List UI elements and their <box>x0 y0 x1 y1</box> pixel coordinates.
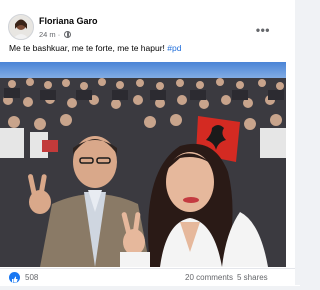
scrollbar[interactable] <box>295 0 300 285</box>
like-icon[interactable] <box>9 272 20 283</box>
globe-icon <box>64 31 72 38</box>
meta-separator: · <box>57 30 61 39</box>
post-text: Me te bashkuar, me te forte, me te hapur… <box>9 43 181 53</box>
reactions-count[interactable]: 508 <box>25 273 38 282</box>
post-header: Floriana Garo 24 m · ••• <box>8 10 292 40</box>
comments-count[interactable]: 20 comments <box>185 273 233 282</box>
author-avatar[interactable] <box>8 14 34 40</box>
more-options-icon[interactable]: ••• <box>256 23 270 37</box>
post-timestamp[interactable]: 24 m <box>39 30 56 39</box>
hashtag-link[interactable]: #pd <box>167 43 181 53</box>
shares-count[interactable]: 5 shares <box>237 273 268 282</box>
post-body: Me te bashkuar, me te forte, me te hapur… <box>9 43 165 53</box>
post-card: Floriana Garo 24 m · ••• Me te bashkuar,… <box>0 0 300 286</box>
post-photo[interactable] <box>0 62 286 267</box>
post-meta: 24 m · <box>39 30 72 39</box>
post-footer: 508 20 comments 5 shares <box>0 268 300 286</box>
author-name[interactable]: Floriana Garo <box>39 16 98 26</box>
